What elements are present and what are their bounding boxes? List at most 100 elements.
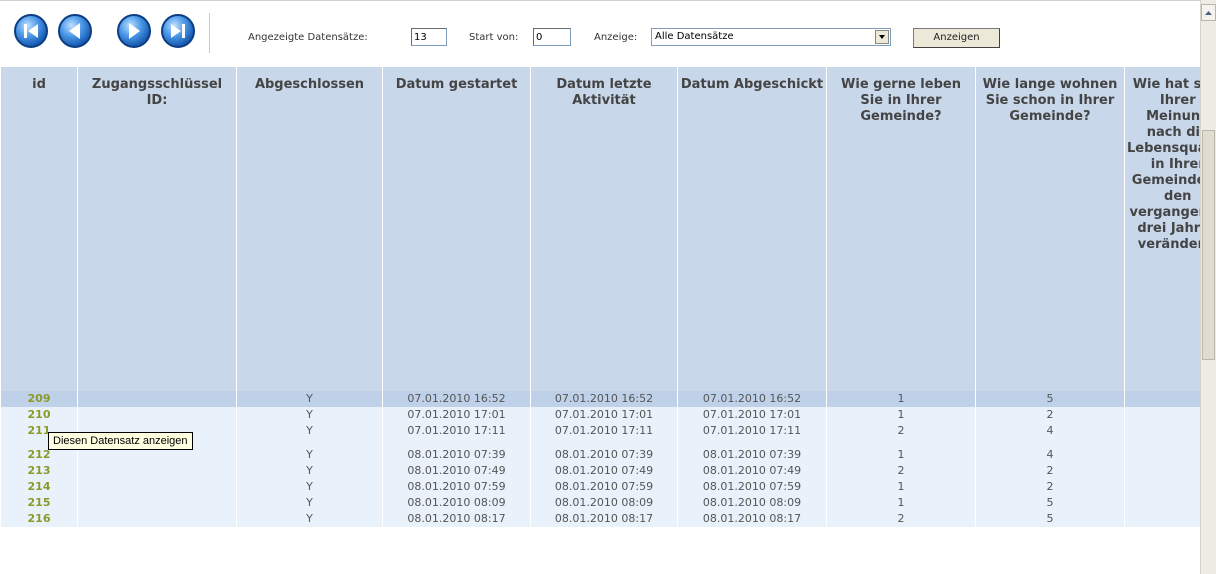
skip-last-icon (171, 24, 185, 38)
cell-key (77, 511, 237, 527)
scroll-up-button[interactable] (1201, 4, 1216, 21)
records-table: id Zugangsschlüssel ID: Abgeschlossen Da… (0, 67, 1200, 527)
cell-submitted: 08.01.2010 08:17 (677, 511, 827, 527)
display-select-value: Alle Datensätze (655, 31, 734, 42)
cell-key (77, 391, 237, 407)
cell-q1: 1 (826, 447, 976, 463)
table-row[interactable]: 210 Y 07.01.2010 17:01 07.01.2010 17:01 … (0, 407, 1200, 423)
cell-q2: 2 (975, 407, 1125, 423)
cell-q1: 2 (826, 511, 976, 527)
cell-started: 08.01.2010 08:09 (382, 495, 531, 511)
skip-first-icon (24, 24, 38, 38)
cell-q3: 2 (1124, 479, 1200, 495)
cell-q2: 5 (975, 391, 1125, 407)
cell-q1: 1 (826, 391, 976, 407)
cell-submitted: 07.01.2010 17:11 (677, 423, 827, 439)
cell-submitted: 08.01.2010 08:09 (677, 495, 827, 511)
row-tooltip: Diesen Datensatz anzeigen (48, 432, 193, 450)
toolbar-separator (209, 13, 210, 53)
cell-q2: 5 (975, 495, 1125, 511)
records-input[interactable] (411, 28, 447, 46)
vertical-scrollbar[interactable] (1200, 0, 1216, 574)
column-header-q3[interactable]: Wie hat sich Ihrer Meinung nach die Lebe… (1124, 67, 1200, 391)
column-header-completed[interactable]: Abgeschlossen (236, 67, 383, 391)
cell-last-activity: 08.01.2010 07:49 (530, 463, 678, 479)
cell-completed: Y (236, 495, 383, 511)
records-label: Angezeigte Datensätze: (248, 32, 368, 43)
table-row[interactable]: 213 Y 08.01.2010 07:49 08.01.2010 07:49 … (0, 463, 1200, 479)
cell-last-activity: 08.01.2010 08:17 (530, 511, 678, 527)
cell-submitted: 07.01.2010 16:52 (677, 391, 827, 407)
cell-q3: 2 (1124, 511, 1200, 527)
cell-q2: 4 (975, 447, 1125, 463)
cell-key (77, 495, 237, 511)
cell-id[interactable]: 213 (0, 463, 78, 479)
column-header-q2[interactable]: Wie lange wohnen Sie schon in Ihrer Geme… (975, 67, 1125, 391)
cell-started: 08.01.2010 07:49 (382, 463, 531, 479)
cell-q1: 1 (826, 495, 976, 511)
cell-completed: Y (236, 391, 383, 407)
table-row[interactable]: 216 Y 08.01.2010 08:17 08.01.2010 08:17 … (0, 511, 1200, 527)
cell-last-activity: 07.01.2010 16:52 (530, 391, 678, 407)
cell-started: 08.01.2010 08:17 (382, 511, 531, 527)
cell-id[interactable]: 215 (0, 495, 78, 511)
table-row[interactable]: 215 Y 08.01.2010 08:09 08.01.2010 08:09 … (0, 495, 1200, 511)
column-header-started[interactable]: Datum gestartet (382, 67, 531, 391)
cell-q3: 3 (1124, 407, 1200, 423)
cell-key (77, 407, 237, 423)
column-header-key[interactable]: Zugangsschlüssel ID: (77, 67, 237, 391)
cell-id[interactable]: 210 (0, 407, 78, 423)
cell-q3: 2 (1124, 495, 1200, 511)
table-row[interactable]: 209 Y 07.01.2010 16:52 07.01.2010 16:52 … (0, 391, 1200, 407)
cell-completed: Y (236, 423, 383, 439)
column-header-q1[interactable]: Wie gerne leben Sie in Ihrer Gemeinde? (826, 67, 976, 391)
cell-completed: Y (236, 447, 383, 463)
cell-id[interactable]: 216 (0, 511, 78, 527)
first-record-button[interactable] (14, 14, 48, 48)
cell-started: 07.01.2010 17:01 (382, 407, 531, 423)
prev-record-button[interactable] (58, 14, 92, 48)
show-button[interactable]: Anzeigen (913, 28, 1000, 48)
cell-q1: 2 (826, 463, 976, 479)
arrow-up-icon (1205, 11, 1212, 15)
cell-q1: 1 (826, 479, 976, 495)
table-header-row: id Zugangsschlüssel ID: Abgeschlossen Da… (0, 67, 1200, 391)
records-table-area: id Zugangsschlüssel ID: Abgeschlossen Da… (0, 67, 1200, 574)
column-header-submitted[interactable]: Datum Abgeschickt (677, 67, 827, 391)
cell-q3: 3 (1124, 391, 1200, 407)
arrow-left-icon (69, 23, 80, 39)
cell-completed: Y (236, 463, 383, 479)
cell-last-activity: 08.01.2010 07:39 (530, 447, 678, 463)
cell-submitted: 08.01.2010 07:59 (677, 479, 827, 495)
cell-started: 07.01.2010 16:52 (382, 391, 531, 407)
cell-q2: 4 (975, 423, 1125, 439)
arrow-right-icon (129, 23, 140, 39)
cell-q3: 3 (1124, 463, 1200, 479)
cell-completed: Y (236, 479, 383, 495)
table-row[interactable]: 214 Y 08.01.2010 07:59 08.01.2010 07:59 … (0, 479, 1200, 495)
cell-last-activity: 07.01.2010 17:01 (530, 407, 678, 423)
cell-submitted: 08.01.2010 07:49 (677, 463, 827, 479)
start-input[interactable] (533, 28, 571, 46)
scrollbar-thumb[interactable] (1202, 130, 1215, 360)
column-header-last-activity[interactable]: Datum letzte Aktivität (530, 67, 678, 391)
cell-last-activity: 08.01.2010 08:09 (530, 495, 678, 511)
display-label: Anzeige: (594, 32, 638, 43)
chevron-down-icon[interactable] (875, 30, 889, 44)
cell-id[interactable]: 209 (0, 391, 78, 407)
last-record-button[interactable] (161, 14, 195, 48)
next-record-button[interactable] (117, 14, 151, 48)
cell-q1: 1 (826, 407, 976, 423)
cell-key (77, 463, 237, 479)
cell-completed: Y (236, 407, 383, 423)
cell-last-activity: 08.01.2010 07:59 (530, 479, 678, 495)
display-select[interactable]: Alle Datensätze (651, 28, 891, 46)
cell-q2: 2 (975, 479, 1125, 495)
column-header-id[interactable]: id (0, 67, 78, 391)
cell-q2: 5 (975, 511, 1125, 527)
cell-id[interactable]: 214 (0, 479, 78, 495)
cell-started: 07.01.2010 17:11 (382, 423, 531, 439)
cell-submitted: 08.01.2010 07:39 (677, 447, 827, 463)
cell-key (77, 479, 237, 495)
cell-started: 08.01.2010 07:59 (382, 479, 531, 495)
